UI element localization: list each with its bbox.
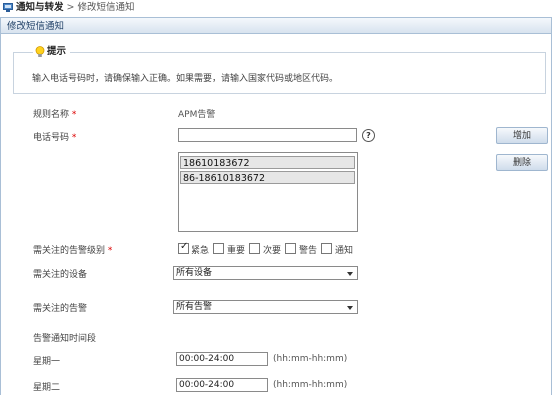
required-mark: * [71, 110, 77, 120]
device-select-value: 所有设备 [176, 268, 213, 278]
breadcrumb: 通知与转发 > 修改短信通知 [0, 0, 554, 16]
time-format-hint: (hh:mm-hh:mm) [273, 354, 348, 364]
help-icon[interactable]: ? [362, 129, 375, 142]
severity-checkbox-major[interactable] [213, 243, 224, 254]
phone-label: 电话号码 * [33, 130, 76, 143]
severity-checkbox-warning[interactable] [285, 243, 296, 254]
add-button[interactable]: 增加 [496, 127, 548, 144]
day-label: 星期一 [33, 357, 61, 367]
time-section-label: 告警通知时间段 [33, 334, 97, 344]
tuesday-time-input[interactable] [176, 378, 268, 392]
chevron-down-icon [347, 306, 353, 310]
breadcrumb-separator: > [63, 2, 78, 13]
alarm-select[interactable]: 所有告警 [173, 300, 358, 314]
rule-name-label: 规则名称 * [33, 107, 76, 120]
severity-option-label: 紧急 [191, 246, 210, 256]
list-item[interactable]: 86-18610183672 [180, 171, 355, 184]
severity-option-label: 通知 [335, 246, 354, 256]
rule-name-label-text: 规则名称 [33, 110, 70, 120]
breadcrumb-current: 修改短信通知 [77, 2, 135, 13]
device-label: 需关注的设备 [33, 270, 88, 280]
tip-text: 输入电话号码时，请确保输入正确。如果需要，请输入国家代码或地区代码。 [32, 74, 339, 84]
alarm-select-value: 所有告警 [176, 302, 213, 312]
notification-forward-icon [3, 3, 13, 12]
list-item[interactable]: 18610183672 [180, 156, 355, 169]
severity-label: 需关注的告警级别 * [33, 243, 112, 256]
chevron-down-icon [347, 272, 353, 276]
device-select[interactable]: 所有设备 [173, 266, 358, 280]
day-label: 星期二 [33, 383, 61, 393]
severity-option-label: 重要 [227, 246, 246, 256]
phone-input[interactable] [178, 128, 357, 142]
monday-time-input[interactable] [176, 352, 268, 366]
severity-option-label: 警告 [299, 246, 318, 256]
lightbulb-icon [35, 46, 45, 57]
panel-title: 修改短信通知 [0, 17, 552, 34]
rule-name-value: APM告警 [178, 110, 216, 120]
time-format-hint: (hh:mm-hh:mm) [273, 380, 348, 390]
breadcrumb-root-link[interactable]: 通知与转发 [16, 2, 64, 13]
severity-checkbox-minor[interactable] [249, 243, 260, 254]
severity-checkbox-notice[interactable] [321, 243, 332, 254]
severity-label-text: 需关注的告警级别 [33, 246, 106, 256]
required-mark: * [107, 246, 113, 256]
phone-label-text: 电话号码 [33, 133, 70, 143]
checkmark-icon: ✓ [180, 241, 189, 252]
delete-button[interactable]: 删除 [496, 154, 548, 171]
severity-option-label: 次要 [263, 246, 282, 256]
tip-title: 提示 [47, 46, 67, 57]
phone-list[interactable]: 18610183672 86-18610183672 [178, 152, 358, 232]
severity-checkbox-urgent[interactable]: ✓ [178, 241, 189, 254]
required-mark: * [71, 133, 77, 143]
alarm-label: 需关注的告警 [33, 304, 88, 314]
